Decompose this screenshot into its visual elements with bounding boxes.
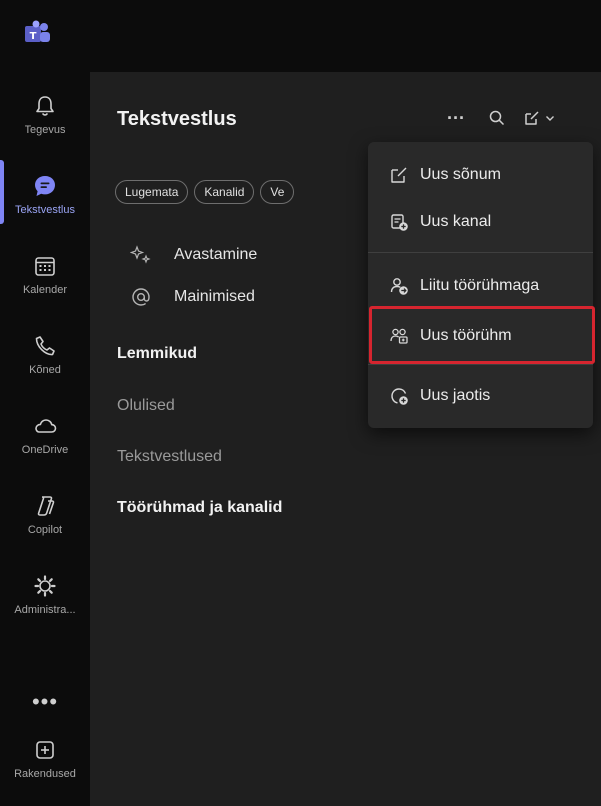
copilot-icon <box>37 496 55 516</box>
svg-text:T: T <box>30 31 37 42</box>
section-important[interactable]: Olulised <box>117 397 175 415</box>
rail-item-activity[interactable]: Tegevus <box>0 80 90 152</box>
menu-item-new-message[interactable]: Uus sõnum <box>368 155 593 195</box>
apps-icon <box>36 741 54 759</box>
new-channel-icon <box>388 211 410 233</box>
rail-label-apps: Rakendused <box>14 768 76 780</box>
rail-item-calls[interactable]: Kõned <box>0 320 90 392</box>
menu-separator <box>368 252 593 253</box>
filter-chip-unread[interactable]: Lugemata <box>115 180 189 204</box>
menu-item-new-team[interactable]: Uus töörühm <box>368 316 593 356</box>
mention-icon <box>130 286 174 308</box>
section-favorites[interactable]: Lemmikud <box>117 345 197 363</box>
compose-icon <box>525 111 539 125</box>
rail-label-copilot: Copilot <box>27 524 63 536</box>
menu-item-new-channel-label: Uus kanal <box>420 213 492 230</box>
rail-item-calendar[interactable]: Kalender <box>0 240 90 312</box>
nav-discover[interactable]: Avastamine <box>130 240 257 270</box>
admin-icon <box>34 575 56 597</box>
nav-mentions[interactable]: Mainimised <box>130 282 255 312</box>
section-teams-and-channels[interactable]: Töörühmad ja kanalid <box>117 499 282 517</box>
rail-label-admin: Administra... <box>14 604 76 616</box>
menu-item-new-team-label: Uus töörühm <box>420 327 512 344</box>
menu-item-join-team-label: Liitu töörühmaga <box>420 277 540 294</box>
rail-label-chat: Tekstvestlus <box>15 204 75 216</box>
app-rail: Tegevus Tekstvestlus Kalender Kõned OneD… <box>0 72 90 806</box>
rail-item-apps[interactable]: Rakendused <box>0 724 90 796</box>
menu-item-join-team[interactable]: Liitu töörühmaga <box>368 266 593 306</box>
new-chat-dropdown-button[interactable] <box>518 104 560 132</box>
teams-logo-icon[interactable]: T <box>22 18 52 48</box>
phone-icon <box>35 336 55 356</box>
compose-icon <box>388 164 410 186</box>
more-options-button[interactable]: ··· <box>444 104 468 132</box>
menu-item-new-section[interactable]: Uus jaotis <box>368 376 593 416</box>
rail-label-calls: Kõned <box>29 364 61 376</box>
search-icon <box>489 110 505 126</box>
rail-item-onedrive[interactable]: OneDrive <box>0 400 90 472</box>
new-team-icon <box>388 325 410 347</box>
menu-item-new-message-label: Uus sõnum <box>420 166 501 183</box>
rail-item-copilot[interactable]: Copilot <box>0 480 90 552</box>
join-team-icon <box>388 275 410 297</box>
menu-item-new-channel[interactable]: Uus kanal <box>368 202 593 242</box>
rail-item-chat[interactable]: Tekstvestlus <box>0 160 90 232</box>
nav-mentions-label: Mainimised <box>174 288 255 305</box>
bell-icon <box>36 96 54 116</box>
more-apps-button[interactable]: ••• <box>0 684 90 720</box>
rail-label-activity: Tegevus <box>24 124 66 136</box>
rail-item-admin[interactable]: Administra... <box>0 560 90 632</box>
search-button[interactable] <box>485 104 509 132</box>
calendar-icon <box>35 257 55 276</box>
rail-label-onedrive: OneDrive <box>21 444 69 456</box>
discover-icon <box>130 244 174 266</box>
chat-icon <box>35 176 55 196</box>
title-bar: T <box>0 0 601 72</box>
chevron-down-icon <box>546 116 554 121</box>
filter-chips: Lugemata Kanalid Ve <box>115 180 295 204</box>
cloud-icon <box>35 419 57 433</box>
rail-label-calendar: Kalender <box>22 284 68 296</box>
new-section-icon <box>388 385 410 407</box>
menu-separator <box>368 364 593 365</box>
filter-chip-channels[interactable]: Kanalid <box>194 180 255 204</box>
new-item-menu: Uus sõnum Uus kanal Liitu töörühmaga Uus… <box>368 142 593 428</box>
nav-discover-label: Avastamine <box>174 246 258 263</box>
page-title: Tekstvestlus <box>117 108 237 130</box>
menu-item-new-section-label: Uus jaotis <box>420 387 491 404</box>
section-chats[interactable]: Tekstvestlused <box>117 448 222 466</box>
filter-chip-more[interactable]: Ve <box>260 180 295 204</box>
